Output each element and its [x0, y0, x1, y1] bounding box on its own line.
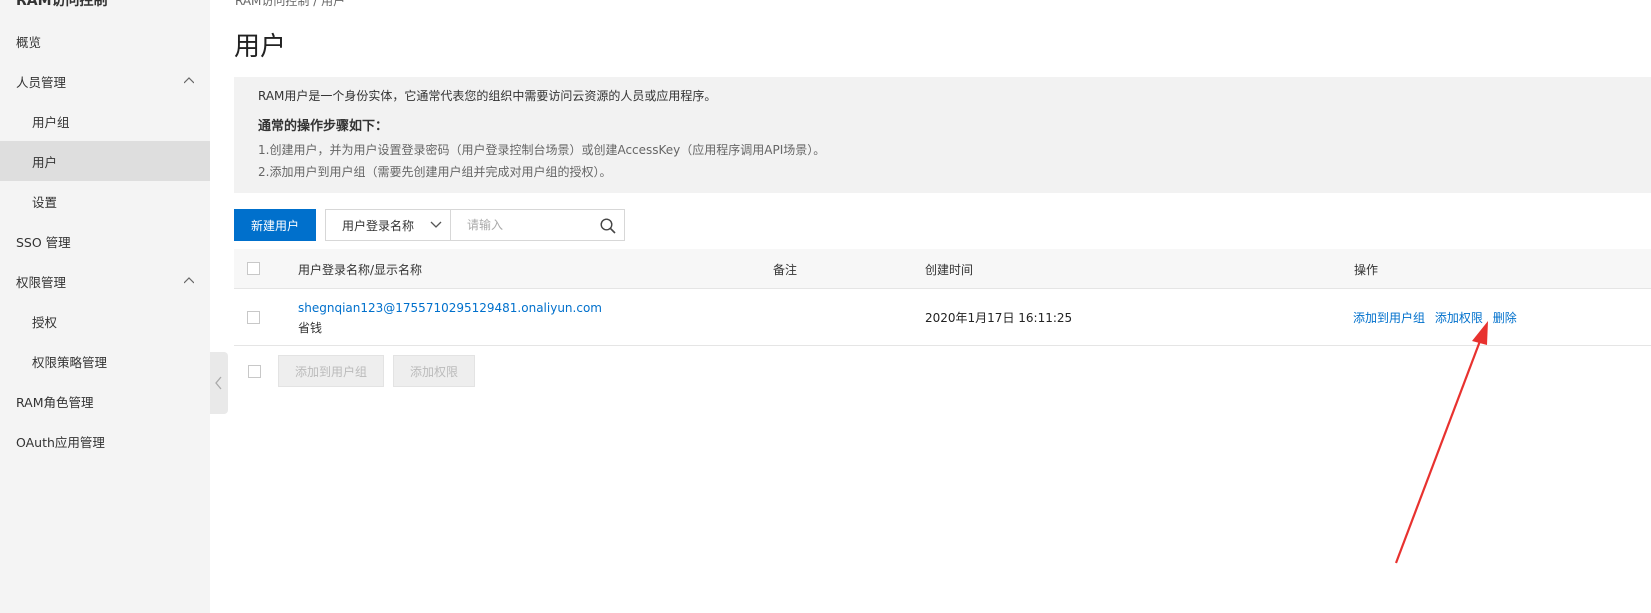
add-permission-link[interactable]: 添加权限: [1435, 311, 1483, 325]
chevron-up-icon: [184, 77, 194, 84]
sidebar-item-grants[interactable]: 授权: [0, 301, 210, 341]
search-field-select-value: 用户登录名称: [342, 218, 415, 233]
row-actions: 添加到用户组 添加权限 删除: [1353, 309, 1517, 326]
sidebar-item-label: 权限管理: [16, 274, 67, 290]
sidebar-item-people-management[interactable]: 人员管理: [0, 61, 210, 101]
sidebar-item-label: 人员管理: [16, 74, 67, 90]
info-step-1: 1.创建用户，并为用户设置登录密码（用户登录控制台场景）或创建AccessKey…: [258, 143, 826, 157]
column-header-created: 创建时间: [925, 263, 974, 277]
bulk-add-permission-button[interactable]: 添加权限: [393, 355, 475, 387]
sidebar-item-oauth-apps[interactable]: OAuth应用管理: [0, 421, 210, 461]
sidebar-item-policies[interactable]: 权限策略管理: [0, 341, 210, 381]
sidebar-collapse-button[interactable]: [210, 352, 228, 414]
sidebar-item-label: 权限策略管理: [32, 354, 108, 370]
user-display-name: 省钱: [298, 321, 323, 335]
sidebar-item-label: 设置: [32, 194, 58, 210]
column-header-note: 备注: [773, 263, 798, 277]
sidebar-item-label: 概览: [16, 34, 42, 50]
sidebar-item-label: RAM角色管理: [16, 394, 94, 410]
sidebar-item-users[interactable]: 用户: [0, 141, 210, 181]
sidebar-item-label: OAuth应用管理: [16, 434, 105, 450]
info-steps-title: 通常的操作步骤如下：: [258, 119, 389, 134]
sidebar-item-ram-roles[interactable]: RAM角色管理: [0, 381, 210, 421]
user-login-link[interactable]: shegnqian123@1755710295129481.onaliyun.c…: [298, 301, 602, 315]
toolbar: 新建用户 用户登录名称: [234, 209, 625, 241]
column-header-actions: 操作: [1354, 263, 1379, 277]
search-input[interactable]: [451, 210, 581, 240]
sidebar-item-label: 授权: [32, 314, 58, 330]
table-header: 用户登录名称/显示名称 备注 创建时间 操作: [234, 249, 1651, 289]
search-box: [451, 209, 625, 241]
delete-link[interactable]: 删除: [1493, 311, 1517, 325]
sidebar-item-settings[interactable]: 设置: [0, 181, 210, 221]
user-cell: shegnqian123@1755710295129481.onaliyun.c…: [298, 301, 602, 336]
create-user-button[interactable]: 新建用户: [234, 209, 316, 241]
page-title: 用户: [234, 32, 287, 62]
sidebar-item-label: 用户组: [32, 114, 70, 130]
sidebar-title: RAM访问控制: [16, 0, 108, 9]
bulk-add-to-group-button[interactable]: 添加到用户组: [278, 355, 384, 387]
sidebar-item-label: 用户: [32, 154, 58, 170]
breadcrumb: RAM访问控制 / 用户: [235, 0, 346, 8]
chevron-up-icon: [184, 277, 194, 284]
chevron-left-icon: [215, 376, 222, 390]
info-description: RAM用户是一个身份实体，它通常代表您的组织中需要访问云资源的人员或应用程序。: [258, 89, 717, 103]
sidebar-item-label: SSO 管理: [16, 234, 71, 250]
column-header-name: 用户登录名称/显示名称: [298, 263, 423, 277]
add-to-group-link[interactable]: 添加到用户组: [1353, 311, 1425, 325]
info-panel: RAM用户是一个身份实体，它通常代表您的组织中需要访问云资源的人员或应用程序。 …: [234, 77, 1651, 193]
search-icon[interactable]: [600, 218, 616, 234]
bulk-actions-bar: 添加到用户组 添加权限: [234, 355, 475, 387]
sidebar-item-overview[interactable]: 概览: [0, 21, 210, 61]
bulk-select-checkbox[interactable]: [248, 364, 261, 378]
info-step-2: 2.添加用户到用户组（需要先创建用户组并完成对用户组的授权）。: [258, 165, 612, 179]
search-field-select[interactable]: 用户登录名称: [325, 209, 451, 241]
user-created-time: 2020年1月17日 16:11:25: [925, 311, 1073, 325]
row-checkbox[interactable]: [247, 311, 260, 324]
sidebar-item-permission-management[interactable]: 权限管理: [0, 261, 210, 301]
sidebar-item-sso[interactable]: SSO 管理: [0, 221, 210, 261]
sidebar: RAM访问控制 概览 人员管理 用户组 用户 设置 SSO 管理 权限管理 授权…: [0, 0, 210, 613]
sidebar-item-user-groups[interactable]: 用户组: [0, 101, 210, 141]
select-all-checkbox[interactable]: [247, 262, 260, 275]
table-row: shegnqian123@1755710295129481.onaliyun.c…: [234, 289, 1651, 346]
chevron-down-icon: [430, 221, 442, 228]
